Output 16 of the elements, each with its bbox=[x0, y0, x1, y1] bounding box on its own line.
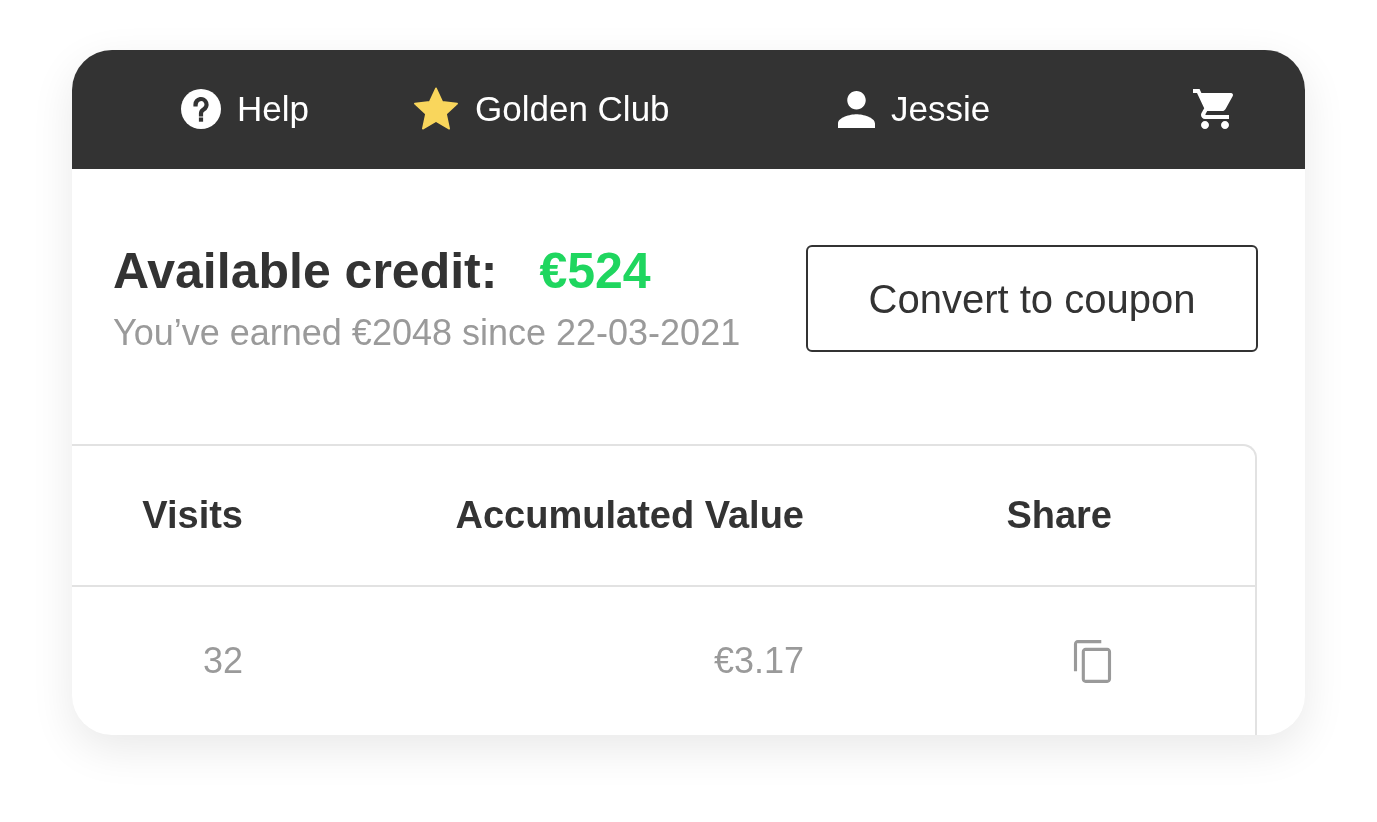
credit-amount: €524 bbox=[539, 243, 651, 299]
club-link[interactable]: Golden Club bbox=[413, 87, 670, 132]
column-header: Visits bbox=[142, 492, 243, 538]
convert-button[interactable]: Convert to coupon bbox=[806, 245, 1258, 353]
help-link[interactable]: Help bbox=[181, 88, 309, 131]
credit-label: Available credit: bbox=[113, 243, 498, 299]
column-header: Share bbox=[1006, 492, 1112, 538]
person-icon bbox=[838, 90, 875, 128]
table-cell: 32 bbox=[202, 639, 243, 683]
column-header: Accumulated Value bbox=[455, 492, 804, 538]
table-cell: €3.17 bbox=[713, 639, 804, 683]
earnings-note: You’ve earned €2048 since 22-03-2021 bbox=[113, 310, 741, 354]
help-icon bbox=[181, 89, 221, 130]
profile-link[interactable]: Jessie bbox=[838, 88, 991, 131]
copy-icon[interactable] bbox=[1073, 639, 1112, 683]
star-icon bbox=[413, 87, 459, 132]
